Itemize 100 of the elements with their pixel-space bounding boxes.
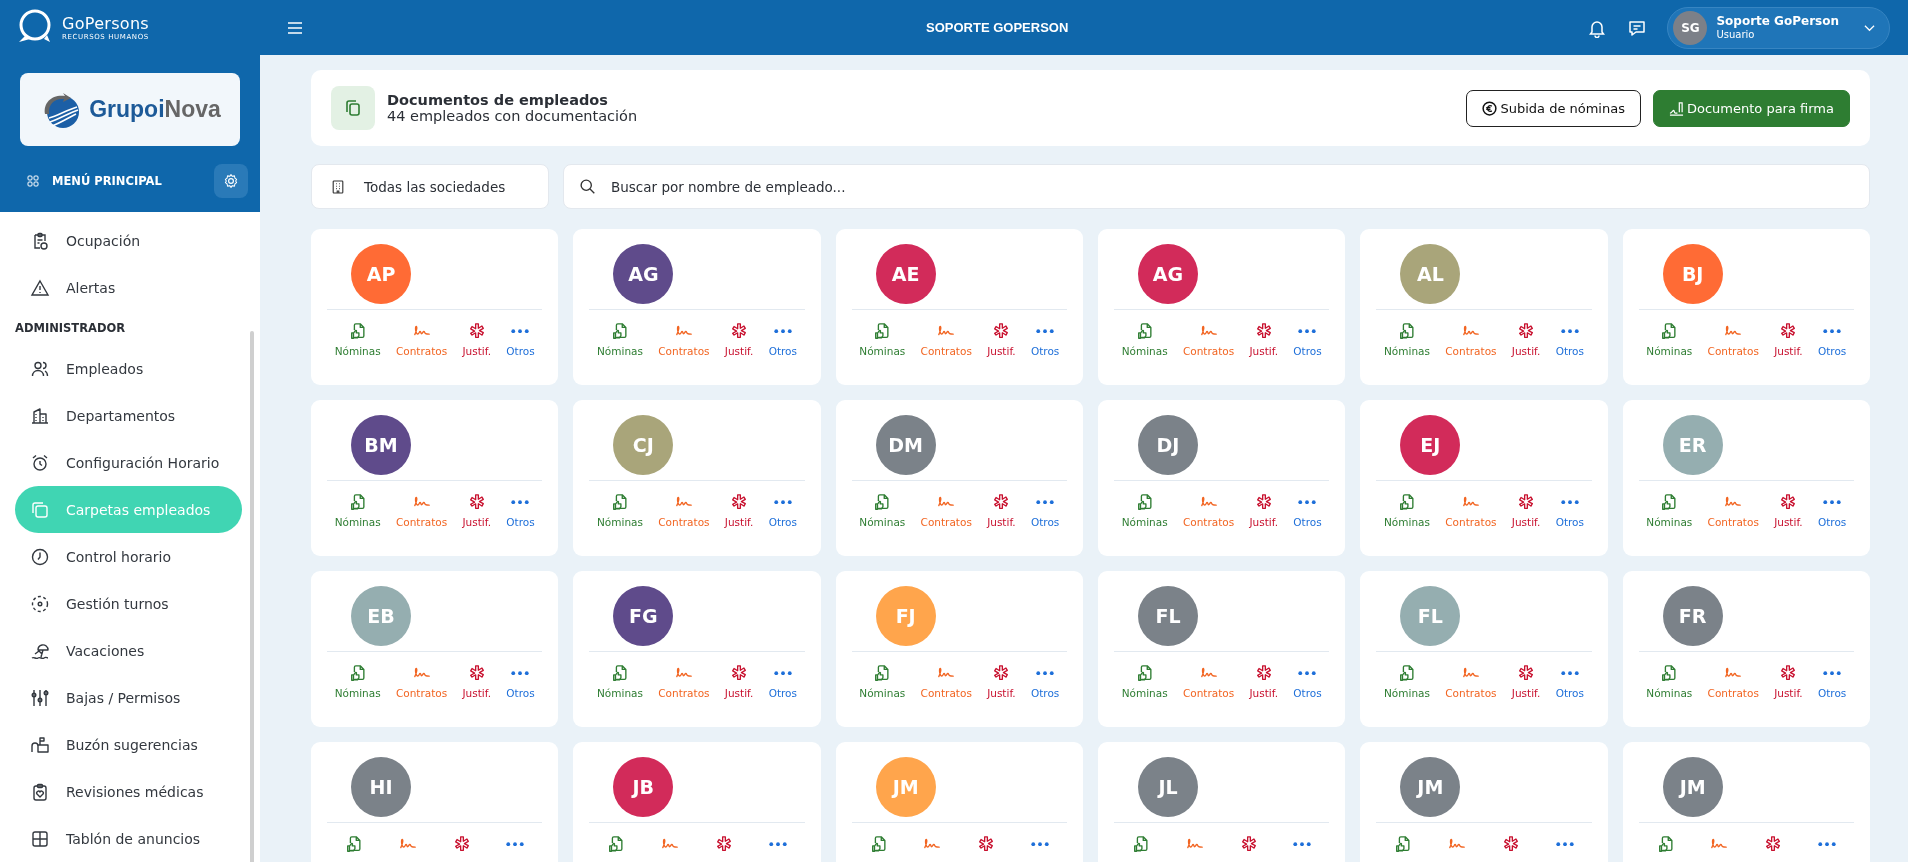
employee-card[interactable]: ER Nóminas Contratos Justif. Otros — [1622, 400, 1870, 556]
payroll-button[interactable]: Nóminas — [334, 322, 381, 357]
asterisk-icon[interactable] — [1764, 835, 1783, 853]
employee-card[interactable]: EJ Nóminas Contratos Justif. Otros — [1360, 400, 1608, 556]
dots-icon[interactable] — [1555, 841, 1574, 847]
payroll-button[interactable]: Nóminas — [1121, 493, 1168, 528]
document-thumb-icon[interactable] — [869, 835, 888, 853]
employee-card[interactable]: AL Nóminas Contratos Justif. Otros — [1360, 229, 1608, 385]
more-button[interactable]: Otros — [1293, 664, 1322, 699]
justification-button[interactable]: Justif. — [724, 493, 754, 528]
employee-card[interactable]: JB — [573, 742, 821, 862]
dots-icon[interactable] — [506, 841, 525, 847]
employee-card[interactable]: FJ Nóminas Contratos Justif. Otros — [835, 571, 1083, 727]
employee-card[interactable]: FG Nóminas Contratos Justif. Otros — [573, 571, 821, 727]
payroll-upload-button[interactable]: Subida de nóminas — [1466, 89, 1641, 127]
contracts-button[interactable]: Contratos — [658, 664, 710, 699]
justification-button[interactable]: Justif. — [1774, 664, 1803, 699]
sidebar-item[interactable]: Vacaciones — [15, 627, 242, 674]
scrollbar-thumb[interactable] — [250, 331, 254, 862]
payroll-button[interactable]: Nóminas — [1646, 322, 1693, 357]
document-thumb-icon[interactable] — [1394, 835, 1413, 853]
justification-button[interactable]: Justif. — [1249, 493, 1278, 528]
employee-card[interactable]: AG Nóminas Contratos Justif. Otros — [573, 229, 821, 385]
document-thumb-icon[interactable] — [607, 835, 626, 853]
justification-button[interactable]: Justif. — [724, 664, 754, 699]
justification-button[interactable]: Justif. — [987, 664, 1016, 699]
more-button[interactable]: Otros — [1555, 493, 1584, 528]
contracts-button[interactable]: Contratos — [395, 322, 448, 357]
more-button[interactable]: Otros — [506, 493, 535, 528]
payroll-button[interactable]: Nóminas — [1383, 322, 1430, 357]
more-button[interactable]: Otros — [1293, 322, 1322, 357]
settings-button[interactable] — [214, 164, 248, 198]
employee-card[interactable]: AE Nóminas Contratos Justif. Otros — [835, 229, 1083, 385]
more-button[interactable]: Otros — [1555, 322, 1584, 357]
asterisk-icon[interactable] — [1501, 835, 1520, 853]
justification-button[interactable]: Justif. — [1511, 322, 1541, 357]
employee-card[interactable]: HI — [311, 742, 559, 862]
more-button[interactable]: Otros — [1030, 664, 1060, 699]
justification-button[interactable]: Justif. — [462, 493, 491, 528]
payroll-button[interactable]: Nóminas — [1646, 664, 1693, 699]
employee-card[interactable]: AP Nóminas Contratos Justif. Otros — [311, 229, 559, 385]
justification-button[interactable]: Justif. — [724, 322, 754, 357]
asterisk-icon[interactable] — [977, 835, 996, 853]
more-button[interactable]: Otros — [1817, 493, 1847, 528]
justification-button[interactable]: Justif. — [1511, 493, 1541, 528]
sidebar-item[interactable]: Configuración Horario — [15, 439, 242, 486]
justification-button[interactable]: Justif. — [1774, 493, 1803, 528]
payroll-button[interactable]: Nóminas — [1383, 493, 1430, 528]
payroll-button[interactable]: Nóminas — [1646, 493, 1693, 528]
employee-card[interactable]: BM Nóminas Contratos Justif. Otros — [311, 400, 559, 556]
employee-card[interactable]: DM Nóminas Contratos Justif. Otros — [835, 400, 1083, 556]
contracts-button[interactable]: Contratos — [395, 664, 448, 699]
asterisk-icon[interactable] — [714, 835, 733, 853]
more-button[interactable]: Otros — [506, 322, 535, 357]
justification-button[interactable]: Justif. — [462, 664, 491, 699]
contracts-button[interactable]: Contratos — [658, 322, 710, 357]
employee-card[interactable]: BJ Nóminas Contratos Justif. Otros — [1622, 229, 1870, 385]
more-button[interactable]: Otros — [506, 664, 535, 699]
employee-card[interactable]: FR Nóminas Contratos Justif. Otros — [1622, 571, 1870, 727]
more-button[interactable]: Otros — [1293, 493, 1322, 528]
signature-document-button[interactable]: Documento para firma — [1652, 89, 1850, 127]
contracts-button[interactable]: Contratos — [1445, 493, 1497, 528]
employee-card[interactable]: CJ Nóminas Contratos Justif. Otros — [573, 400, 821, 556]
contracts-button[interactable]: Contratos — [1707, 664, 1759, 699]
contracts-button[interactable]: Contratos — [920, 664, 972, 699]
contracts-button[interactable]: Contratos — [1445, 322, 1497, 357]
employee-card[interactable]: FL Nóminas Contratos Justif. Otros — [1098, 571, 1346, 727]
payroll-button[interactable]: Nóminas — [596, 493, 643, 528]
more-button[interactable]: Otros — [1030, 493, 1060, 528]
sidebar-item[interactable]: Revisiones médicas — [15, 768, 242, 815]
sidebar-item[interactable]: Buzón sugerencias — [15, 721, 242, 768]
contracts-button[interactable]: Contratos — [395, 493, 448, 528]
payroll-button[interactable]: Nóminas — [1121, 322, 1168, 357]
employee-card[interactable]: JM — [1622, 742, 1870, 862]
dots-icon[interactable] — [1818, 841, 1837, 847]
sidebar-item[interactable]: Empleados — [15, 345, 242, 392]
contracts-button[interactable]: Contratos — [1707, 493, 1759, 528]
contracts-button[interactable]: Contratos — [920, 322, 972, 357]
contracts-button[interactable]: Contratos — [1707, 322, 1759, 357]
sidebar-item[interactable]: Tablón de anuncios — [15, 815, 242, 862]
contracts-button[interactable]: Contratos — [1445, 664, 1497, 699]
sidebar-item[interactable]: Alertas — [15, 264, 242, 311]
employee-card[interactable]: JL — [1098, 742, 1346, 862]
contracts-button[interactable]: Contratos — [1182, 493, 1235, 528]
justification-button[interactable]: Justif. — [987, 493, 1016, 528]
more-button[interactable]: Otros — [768, 322, 797, 357]
more-button[interactable]: Otros — [1817, 664, 1847, 699]
employee-card[interactable]: AG Nóminas Contratos Justif. Otros — [1098, 229, 1346, 385]
payroll-button[interactable]: Nóminas — [859, 493, 906, 528]
justification-button[interactable]: Justif. — [1249, 664, 1278, 699]
payroll-button[interactable]: Nóminas — [596, 322, 643, 357]
sidebar-item[interactable]: Departamentos — [15, 392, 242, 439]
more-button[interactable]: Otros — [1817, 322, 1847, 357]
justification-button[interactable]: Justif. — [462, 322, 491, 357]
dots-icon[interactable] — [768, 841, 787, 847]
sidebar-item[interactable]: Ocupación — [15, 217, 242, 264]
employee-card[interactable]: FL Nóminas Contratos Justif. Otros — [1360, 571, 1608, 727]
contracts-button[interactable]: Contratos — [658, 493, 710, 528]
payroll-button[interactable]: Nóminas — [334, 493, 381, 528]
payroll-button[interactable]: Nóminas — [596, 664, 643, 699]
